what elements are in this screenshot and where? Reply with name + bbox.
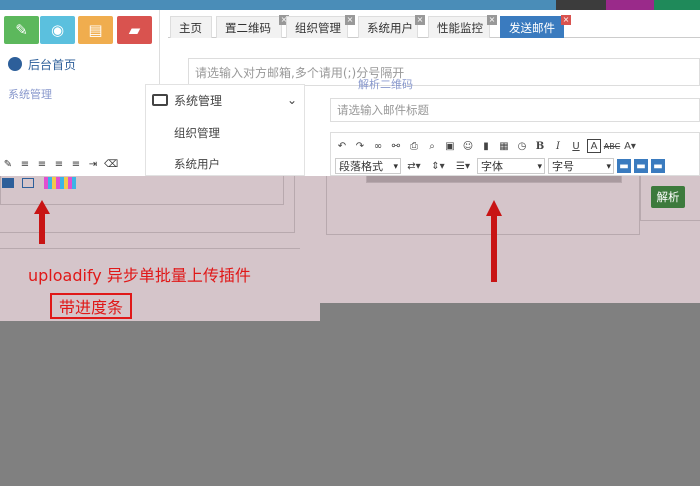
video-icon[interactable]: ▮: [479, 139, 493, 153]
align-left-icon[interactable]: ≡: [19, 159, 31, 170]
layout-center-icon[interactable]: ▬: [634, 159, 648, 173]
annotation-main-text: uploadify 异步单批量上传插件: [28, 266, 251, 285]
view-button[interactable]: ◉: [40, 16, 75, 44]
pencil-icon: ✎: [15, 21, 28, 39]
align-center-icon[interactable]: ≡: [36, 159, 48, 170]
tab-users[interactable]: 系统用户 ×: [358, 15, 425, 38]
preview-icon[interactable]: ⌕: [425, 139, 439, 153]
book-button[interactable]: ▤: [78, 16, 113, 44]
edit-button[interactable]: ✎: [4, 16, 39, 44]
top-strip: [0, 0, 700, 10]
unlink-icon[interactable]: ⚯: [389, 139, 403, 153]
system-menu-dropdown: 系统管理 ⌄ 组织管理 系统用户: [145, 84, 305, 176]
date-icon[interactable]: ▦: [497, 139, 511, 153]
indent-icon[interactable]: ⇥: [87, 159, 99, 170]
right-panel-frame: [326, 176, 640, 235]
monitor-icon: [152, 94, 168, 106]
font-color-icon[interactable]: A▾: [623, 139, 637, 153]
recipient-input[interactable]: 请选输入对方邮箱,多个请用(;)分号隔开: [188, 58, 700, 86]
annotation-region-bottom: [0, 303, 320, 321]
tab-label: 主页: [179, 21, 202, 35]
subject-placeholder: 请选输入邮件标题: [337, 103, 429, 117]
subject-input[interactable]: 请选输入邮件标题: [330, 98, 700, 122]
font-family-select[interactable]: 字体: [477, 158, 545, 175]
book-icon: ▤: [88, 21, 103, 39]
folder-button[interactable]: ▰: [117, 16, 152, 44]
tab-monitor[interactable]: 性能监控 ×: [428, 15, 497, 38]
paragraph-format-select[interactable]: 段落格式: [335, 158, 401, 175]
tab-label: 发送邮件: [509, 21, 555, 35]
link-icon[interactable]: ∞: [371, 139, 385, 153]
emoji-icon[interactable]: ☺: [461, 139, 475, 153]
font-border-icon[interactable]: A: [587, 139, 601, 153]
palette-icon: [8, 57, 22, 71]
folder-icon: ▰: [128, 21, 141, 39]
tab-send-mail[interactable]: 发送邮件 ×: [500, 15, 571, 38]
sidebar-ghost-item: 系统管理: [8, 88, 52, 101]
left-format-toolbar: ✎ ≡ ≡ ≡ ≡ ⇥ ⌫: [0, 152, 145, 176]
parse-button[interactable]: 解析: [651, 186, 685, 208]
tab-bar: 主页 置二维码 × 组织管理 × 系统用户 × 性能监控 × 发送邮件 ×: [168, 15, 700, 38]
arrow-up-left: [34, 200, 50, 244]
tab-label: 组织管理: [295, 21, 341, 35]
close-icon[interactable]: ×: [415, 15, 425, 25]
undo-icon[interactable]: ↶: [335, 139, 349, 153]
tab-home[interactable]: 主页: [170, 16, 212, 38]
time-icon[interactable]: ◷: [515, 139, 529, 153]
dropdown-header[interactable]: 系统管理 ⌄: [152, 91, 297, 109]
menu-item-org[interactable]: 组织管理: [174, 125, 220, 141]
menu-item-users[interactable]: 系统用户: [174, 156, 220, 172]
strikethrough-icon[interactable]: ABC: [604, 139, 620, 153]
bold-icon[interactable]: B: [533, 139, 547, 153]
ghost-tab-qrcode: 解析二维码: [358, 78, 413, 91]
italic-icon[interactable]: I: [551, 139, 565, 153]
underline-icon[interactable]: U: [569, 139, 583, 153]
redo-icon[interactable]: ↷: [353, 139, 367, 153]
chevron-down-icon: ⌄: [286, 93, 297, 107]
tab-label: 系统用户: [367, 21, 413, 35]
arrow-up-right: [486, 200, 502, 282]
image-icon[interactable]: ▣: [443, 139, 457, 153]
font-size-select[interactable]: 字号: [548, 158, 614, 175]
list-icon[interactable]: ☰▾: [452, 159, 474, 173]
highlight-icon[interactable]: ✎: [2, 159, 14, 170]
align-right-icon[interactable]: ≡: [53, 159, 65, 170]
layout-right-icon[interactable]: ▬: [651, 159, 665, 173]
insert-image-icon[interactable]: [2, 178, 14, 188]
close-icon[interactable]: ×: [345, 15, 355, 25]
sidebar-item-label: 后台首页: [28, 57, 77, 72]
close-icon[interactable]: ×: [487, 15, 497, 25]
table-icon[interactable]: [22, 178, 34, 188]
tab-label: 置二维码: [225, 21, 271, 35]
text-align-icon[interactable]: ⇄▾: [404, 159, 424, 173]
color-picker-icon[interactable]: [44, 177, 76, 189]
left-divider: [0, 248, 300, 249]
layout-left-icon[interactable]: ▬: [617, 159, 631, 173]
align-justify-icon[interactable]: ≡: [70, 159, 82, 170]
dropdown-header-label: 系统管理: [174, 93, 223, 108]
editor-toolbar: ↶ ↷ ∞ ⚯ ⎙ ⌕ ▣ ☺ ▮ ▦ ◷ B I U A ABC A▾ 段落格…: [330, 132, 700, 176]
print-icon[interactable]: ⎙: [407, 139, 421, 153]
line-height-icon[interactable]: ⇕▾: [427, 159, 449, 173]
right-inner-bar: [366, 176, 622, 183]
sidebar-item-home[interactable]: 后台首页: [8, 54, 158, 74]
close-icon[interactable]: ×: [561, 15, 571, 25]
eraser-icon[interactable]: ⌫: [104, 159, 118, 170]
tab-qrcode[interactable]: 置二维码 ×: [216, 15, 289, 38]
tab-label: 性能监控: [437, 21, 483, 35]
eye-icon: ◉: [50, 21, 65, 39]
annotation-sub-text: 带进度条: [50, 293, 132, 319]
tab-org[interactable]: 组织管理 ×: [286, 15, 355, 38]
